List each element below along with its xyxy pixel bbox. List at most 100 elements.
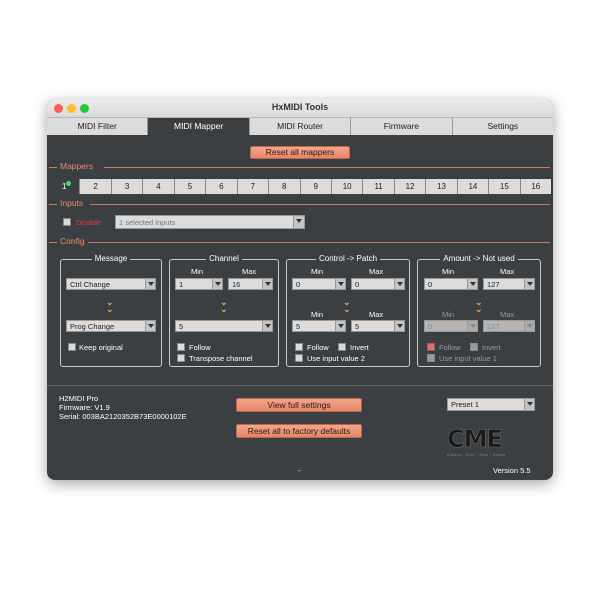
tab-midi-filter[interactable]: MIDI Filter: [47, 118, 149, 135]
control-use-input-label: Use input value 2: [307, 354, 365, 363]
chevron-down-icon: [467, 321, 477, 331]
tab-firmware[interactable]: Firmware: [351, 118, 453, 135]
inputs-select-value: 1 selected inputs: [119, 218, 176, 227]
title-bar: HxMIDI Tools: [47, 99, 553, 118]
control-out-min-value: 5: [296, 322, 301, 331]
mapper-button[interactable]: 16: [520, 179, 551, 194]
chevron-down-icon: [394, 321, 404, 331]
config-section-label: Config: [60, 236, 85, 246]
disable-inputs-checkbox[interactable]: [63, 218, 71, 226]
amount-use-input-checkbox[interactable]: [427, 354, 435, 362]
mapper-button[interactable]: 9: [300, 179, 332, 194]
mapper-button[interactable]: 13: [426, 179, 458, 194]
device-firmware: Firmware: V1.9: [59, 403, 110, 412]
config-divider-left: [49, 242, 57, 243]
mapper-button[interactable]: 8: [269, 179, 301, 194]
channel-follow-label: Follow: [189, 343, 211, 352]
mappers-divider-left: [49, 167, 57, 168]
mapper-button[interactable]: 4: [143, 179, 175, 194]
channel-min-value: 1: [179, 280, 184, 289]
control-use-input-checkbox[interactable]: [295, 354, 303, 362]
message-target-value: Prog Change: [70, 322, 115, 331]
amount-max-select[interactable]: 127: [483, 278, 535, 290]
inputs-divider: [90, 204, 550, 205]
control-out-max-select[interactable]: 5: [351, 320, 405, 332]
app-window: HxMIDI Tools MIDI Filter MIDI Mapper MID…: [47, 99, 553, 480]
channel-max-select[interactable]: 16: [228, 278, 273, 290]
amount-invert-label: Invert: [482, 343, 501, 352]
mapper-button[interactable]: 12: [394, 179, 427, 194]
tab-midi-router[interactable]: MIDI Router: [249, 118, 352, 135]
channel-min-label: Min: [191, 267, 204, 276]
device-name: H2MIDI Pro: [59, 394, 99, 403]
amount-follow-checkbox[interactable]: [427, 343, 435, 351]
control-max-select[interactable]: 0: [351, 278, 405, 290]
cme-logo-tagline: Always · Give · Step · ahead: [447, 453, 506, 457]
reset-factory-defaults-button[interactable]: Reset all to factory defaults: [236, 424, 362, 438]
amount-out-min-label: Min: [442, 310, 455, 319]
control-follow-label: Follow: [307, 343, 329, 352]
control-max-value: 0: [355, 280, 360, 289]
disable-inputs-label: Disable: [76, 218, 102, 227]
inputs-select[interactable]: 1 selected inputs: [115, 215, 305, 229]
config-divider: [88, 242, 550, 243]
channel-min-select[interactable]: 1: [175, 278, 223, 290]
control-out-min-select[interactable]: 5: [292, 320, 346, 332]
mapper-button[interactable]: 2: [80, 179, 112, 194]
chevron-down-icon: [467, 279, 477, 289]
chevron-down-icon: [335, 321, 345, 331]
channel-target-select[interactable]: 5: [175, 320, 273, 332]
message-title: Message: [91, 254, 131, 263]
message-type-value: Ctrl Change: [70, 280, 111, 289]
double-chevron-down-icon: ⌄ ⌄: [343, 297, 351, 314]
channel-max-value: 16: [232, 280, 241, 289]
mapper-button[interactable]: 10: [331, 179, 364, 194]
mapper-button[interactable]: 3: [111, 179, 144, 194]
control-follow-checkbox[interactable]: [295, 343, 303, 351]
mapper-button[interactable]: 5: [174, 179, 207, 194]
chevron-down-icon: [262, 279, 272, 289]
main-tabs: MIDI Filter MIDI Mapper MIDI Router Firm…: [47, 118, 553, 135]
bottom-divider: [47, 385, 553, 386]
control-invert-checkbox[interactable]: [338, 343, 346, 351]
view-full-settings-button[interactable]: View full settings: [236, 398, 362, 412]
control-max-label: Max: [369, 267, 384, 276]
amount-max-value: 127: [487, 280, 500, 289]
device-serial: Serial: 003BA2120352B73E0000102E: [59, 412, 187, 421]
control-invert-label: Invert: [350, 343, 369, 352]
control-out-max-value: 5: [355, 322, 360, 331]
transpose-channel-checkbox[interactable]: [177, 354, 185, 362]
amount-out-max-select[interactable]: 127: [483, 320, 535, 332]
mapper-button[interactable]: 11: [363, 179, 395, 194]
amount-out-min-select[interactable]: 0: [424, 320, 478, 332]
amount-min-label: Min: [442, 267, 455, 276]
amount-out-min-value: 0: [428, 322, 433, 331]
chevron-down-icon: [145, 279, 155, 289]
mapper-button[interactable]: 7: [237, 179, 270, 194]
amount-invert-checkbox[interactable]: [470, 343, 478, 351]
message-target-select[interactable]: Prog Change: [66, 320, 156, 332]
chevron-down-icon: [335, 279, 345, 289]
mapper-button[interactable]: 15: [489, 179, 521, 194]
window-title: HxMIDI Tools: [271, 102, 329, 112]
message-type-select[interactable]: Ctrl Change: [66, 278, 156, 290]
channel-follow-checkbox[interactable]: [177, 343, 185, 351]
amount-follow-label: Follow: [439, 343, 461, 352]
tab-midi-mapper[interactable]: MIDI Mapper: [148, 118, 250, 135]
mapper-button[interactable]: 14: [457, 179, 490, 194]
tab-settings[interactable]: Settings: [452, 118, 553, 135]
control-min-select[interactable]: 0: [292, 278, 346, 290]
control-out-max-label: Max: [369, 310, 384, 319]
channel-title: Channel: [206, 254, 242, 263]
mapper-button[interactable]: 6: [206, 179, 238, 194]
amount-use-input-label: Use input value 1: [439, 354, 497, 363]
mapper-button[interactable]: 1: [49, 179, 81, 194]
preset-select[interactable]: Preset 1: [447, 398, 535, 411]
chevron-down-icon: [524, 279, 534, 289]
keep-original-checkbox[interactable]: [68, 343, 76, 351]
reset-all-mappers-button[interactable]: Reset all mappers: [250, 146, 350, 159]
cme-logo-text: CME: [447, 425, 503, 454]
chevron-down-icon: [524, 399, 534, 410]
amount-min-select[interactable]: 0: [424, 278, 478, 290]
amount-max-label: Max: [500, 267, 515, 276]
